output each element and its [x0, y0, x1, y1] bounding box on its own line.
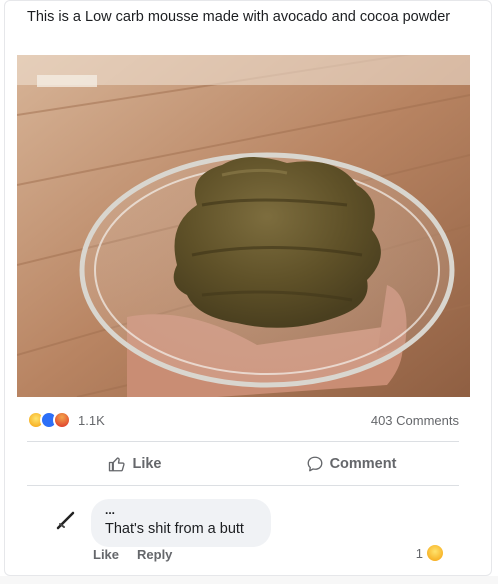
comment-actions: Like Reply: [93, 547, 172, 562]
divider: [27, 441, 459, 442]
post-actions: Like Comment: [27, 447, 459, 481]
speech-bubble-icon: [307, 456, 322, 472]
facebook-post-card: This is a Low carb mousse made with avoc…: [4, 0, 492, 576]
reaction-count-group[interactable]: 1.1K: [27, 411, 105, 429]
post-text: This is a Low carb mousse made with avoc…: [27, 9, 451, 25]
comment-author[interactable]: ...: [105, 504, 257, 516]
reaction-count: 1.1K: [78, 412, 105, 428]
comment-reaction-count: 1: [415, 545, 423, 561]
post-photo[interactable]: [17, 55, 470, 397]
comment-bubble: ... That's shit from a butt: [91, 499, 271, 547]
comment-label: Comment: [329, 456, 397, 472]
angry-icon: [53, 411, 71, 429]
divider: [27, 485, 459, 486]
comment-button[interactable]: Comment: [243, 455, 459, 473]
comment-reactions[interactable]: 1: [416, 545, 443, 561]
reactions-summary: 1.1K 403 Comments: [27, 409, 459, 431]
like-label: Like: [132, 456, 162, 472]
next-post-edge: [0, 576, 498, 584]
comment-like-button[interactable]: Like: [93, 547, 119, 562]
comment-text: That's shit from a butt: [105, 521, 244, 537]
haha-icon: [427, 545, 443, 561]
thumbs-up-icon: [109, 457, 126, 472]
avatar[interactable]: [55, 509, 77, 531]
comment: ... That's shit from a butt Like Reply 1: [27, 489, 459, 573]
reaction-icons: [27, 411, 71, 429]
comment-reply-button[interactable]: Reply: [137, 547, 172, 562]
like-button[interactable]: Like: [27, 455, 243, 473]
comments-count-link[interactable]: 403 Comments: [371, 413, 459, 428]
mousse-bowl-image: [17, 55, 470, 397]
